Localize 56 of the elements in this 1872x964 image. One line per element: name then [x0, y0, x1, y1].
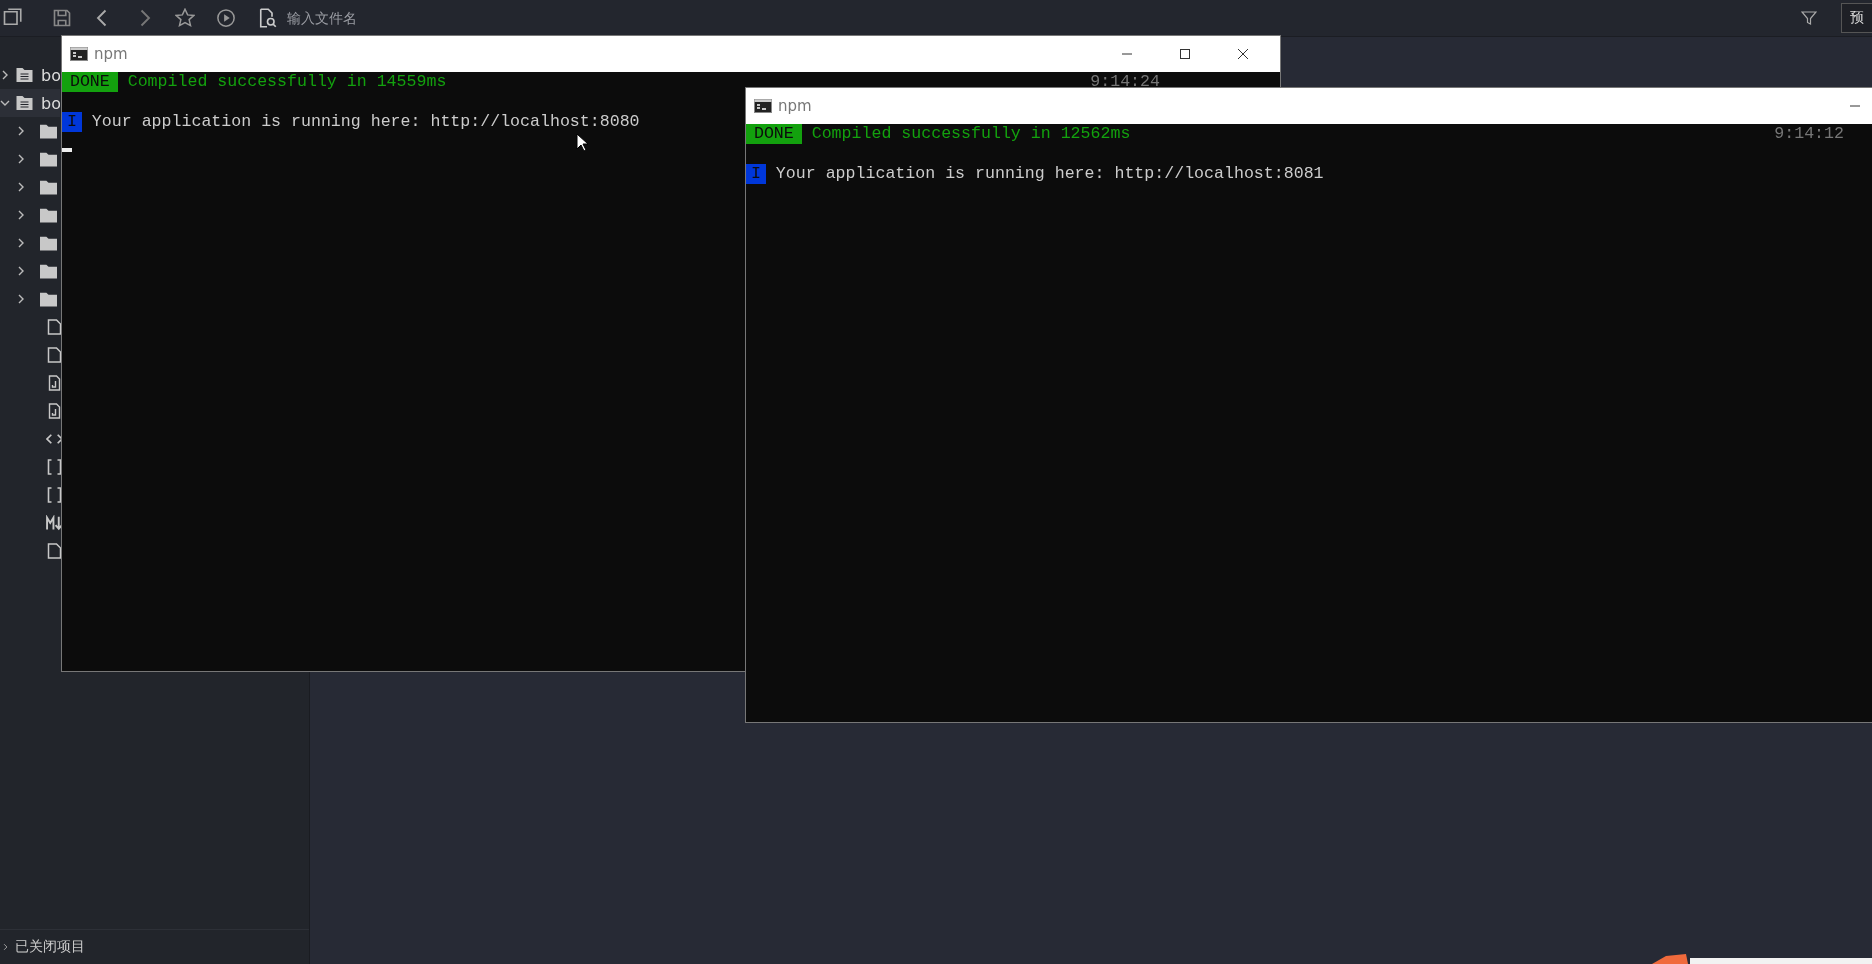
folder-icon — [40, 151, 57, 167]
markdown-icon — [46, 515, 63, 531]
status-badge: I — [746, 164, 766, 184]
log-message: Compiled successfully in 12562ms — [811, 124, 1131, 144]
project-icon — [16, 67, 33, 83]
log-message: Your application is running here: http://localhost:8081 — [775, 164, 1324, 184]
window-icon[interactable] — [2, 8, 22, 28]
code-icon — [46, 431, 63, 447]
folder-icon — [40, 207, 57, 223]
project-item[interactable]: bo — [0, 61, 60, 89]
chevron-icon[interactable] — [0, 69, 10, 81]
console-icon — [754, 99, 772, 113]
timestamp: 9:14:12 — [1774, 124, 1844, 144]
close-icon — [1237, 48, 1249, 60]
closed-projects-label[interactable]: 已关闭项目 — [15, 938, 85, 956]
chevron-icon[interactable] — [16, 237, 26, 249]
chevron-icon[interactable] — [16, 265, 26, 277]
filter-icon[interactable] — [1801, 10, 1817, 26]
preview-button[interactable]: 预 — [1841, 3, 1872, 33]
status-badge: DONE — [746, 124, 802, 144]
chevron-icon[interactable] — [16, 181, 26, 193]
project-name: bo — [41, 65, 60, 85]
project-item[interactable]: bo — [0, 89, 60, 117]
chevron-icon[interactable] — [16, 125, 26, 137]
search-field[interactable]: 输入文件名 — [287, 10, 487, 26]
java-file-icon — [46, 403, 63, 419]
status-badge: I — [62, 112, 82, 132]
chevron-icon[interactable] — [16, 293, 26, 305]
log-message: Your application is running here: http://localhost:8080 — [91, 112, 640, 132]
play-icon[interactable] — [216, 8, 236, 28]
window-title: npm — [778, 97, 812, 115]
folder-icon — [40, 179, 57, 195]
status-badge: DONE — [62, 72, 118, 92]
document-icon — [46, 543, 63, 559]
console-icon — [70, 47, 88, 61]
chevron-icon[interactable] — [16, 209, 26, 221]
document-icon — [46, 319, 63, 335]
folder-icon — [40, 235, 57, 251]
chevron-icon[interactable] — [2, 941, 9, 953]
maximize-icon — [1179, 48, 1191, 60]
folder-icon — [40, 291, 57, 307]
java-file-icon — [46, 375, 63, 391]
window-title: npm — [94, 45, 128, 63]
project-icon — [16, 95, 33, 111]
document-icon — [46, 347, 63, 363]
brackets-icon — [46, 487, 63, 503]
timestamp: 9:14:24 — [1090, 72, 1160, 92]
folder-icon — [40, 123, 57, 139]
log-message: Compiled successfully in 14559ms — [127, 72, 447, 92]
folder-icon — [40, 263, 57, 279]
file-search-icon — [257, 8, 277, 28]
project-name: bo — [41, 93, 60, 113]
star-icon[interactable] — [175, 8, 195, 28]
chevron-icon[interactable] — [16, 153, 26, 165]
brackets-icon — [46, 459, 63, 475]
save-icon[interactable] — [52, 8, 72, 28]
